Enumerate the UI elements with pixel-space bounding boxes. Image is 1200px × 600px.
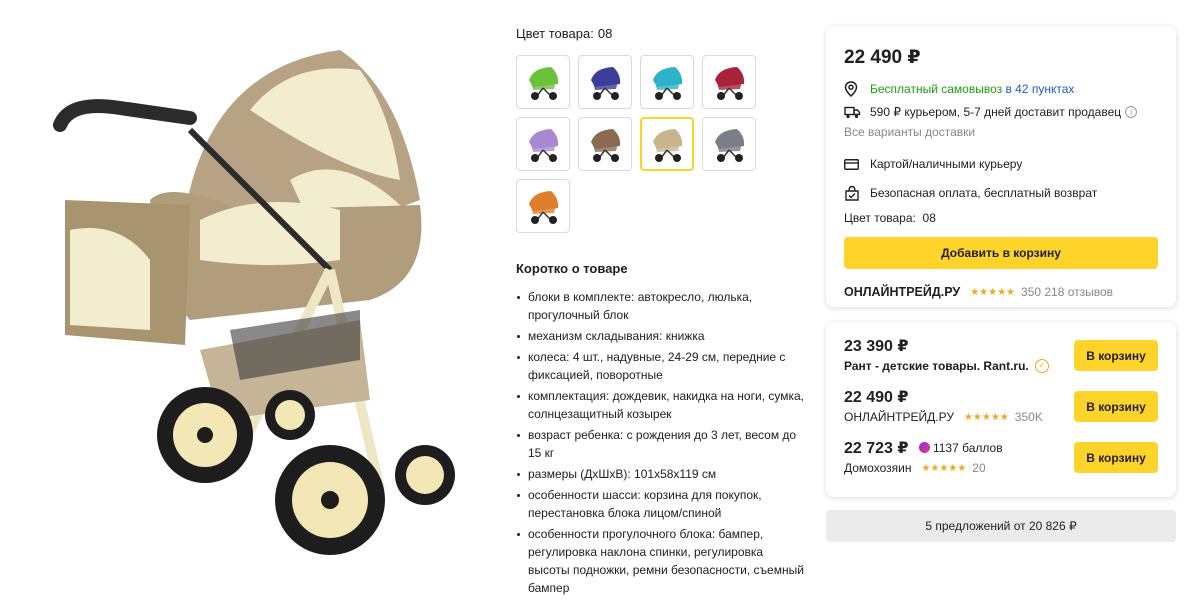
add-to-cart-button[interactable]: Добавить в корзину — [844, 237, 1158, 269]
stroller-thumbnail-icon — [529, 191, 559, 224]
stroller-thumbnail-icon — [529, 67, 559, 100]
feature-item: блоки в комплекте: автокресло, люлька, п… — [516, 288, 806, 324]
color-heading: Цвет товара: 08 — [516, 26, 806, 41]
stroller-thumbnail-icon — [715, 67, 745, 100]
color-swatch-orange[interactable] — [516, 179, 570, 233]
offer-row: 22 723 ₽ 1137 баллов Домохозяин ★★★★★ 20… — [844, 438, 1158, 489]
feature-item: возраст ребенка: с рождения до 3 лет, ве… — [516, 426, 806, 462]
color-label: Цвет товара: — [516, 26, 594, 41]
offer-add-to-cart-button[interactable]: В корзину — [1074, 340, 1158, 371]
bonus-badge: 1137 баллов — [918, 440, 1003, 455]
buy-card: 22 490 ₽ Бесплатный самовывоз в 42 пункт… — [826, 26, 1176, 307]
courier-text: 590 ₽ курьером, 5-7 дней доставит продав… — [870, 105, 1122, 119]
verified-seller-icon: ✓ — [1034, 359, 1049, 373]
offer-rating-stars: ★★★★★ — [963, 411, 1009, 423]
product-details: Цвет товара: 08 Коротко о товаре блоки в … — [516, 26, 806, 600]
offer-row: 23 390 ₽ Рант - детские товары. Rant.ru.… — [844, 336, 1158, 387]
payment-row: Картой/наличными курьеру — [844, 157, 1158, 171]
stroller-thumbnail-icon — [715, 129, 745, 162]
stroller-illustration — [53, 50, 455, 555]
pickup-row: Бесплатный самовывоз в 42 пунктах — [844, 81, 1158, 97]
info-icon[interactable]: i — [1125, 106, 1138, 118]
seller-rating-stars: ★★★★★ — [970, 286, 1016, 298]
stroller-thumbnail-icon — [591, 129, 621, 162]
color-swatch-brown[interactable] — [578, 117, 632, 171]
offer-seller-name[interactable]: Домохозяин — [844, 461, 911, 475]
stroller-thumbnail-icon — [591, 67, 621, 100]
about-title: Коротко о товаре — [516, 261, 628, 276]
card-color-label: Цвет товара: — [844, 211, 916, 225]
plus-points-icon — [918, 442, 930, 453]
color-value: 08 — [597, 26, 613, 41]
offer-rating-count: 20 — [972, 461, 986, 475]
feature-item: особенности прогулочного блока: бампер, … — [516, 525, 806, 597]
feature-item: размеры (ДхШхВ): 101x58x119 см — [516, 465, 806, 483]
offer-add-to-cart-button[interactable]: В корзину — [1074, 442, 1158, 473]
courier-row: 590 ₽ курьером, 5-7 дней доставит продав… — [844, 105, 1158, 119]
bonus-points: 1137 баллов — [932, 440, 1003, 455]
card-icon — [844, 158, 862, 170]
pickup-points-link[interactable]: в 42 пунктах — [1005, 82, 1074, 96]
feature-item: комплектация: дождевик, накидка на ноги,… — [516, 387, 806, 423]
other-offers-card: 23 390 ₽ Рант - детские товары. Rant.ru.… — [826, 322, 1176, 497]
feature-item: механизм складывания: книжка — [516, 327, 806, 345]
seller-name-link[interactable]: ОНЛАЙНТРЕЙД.РУ — [844, 285, 960, 299]
color-swatch-beige[interactable] — [640, 117, 694, 171]
seller-row: ОНЛАЙНТРЕЙД.РУ ★★★★★ 350 218 отзывов — [844, 285, 1158, 299]
offer-rating-count: 350K — [1014, 410, 1043, 424]
color-swatch-gray[interactable] — [702, 117, 756, 171]
stroller-thumbnail-icon — [529, 129, 559, 162]
color-swatch-navy[interactable] — [578, 55, 632, 109]
safe-return-icon — [844, 185, 862, 201]
color-swatch-turquoise[interactable] — [640, 55, 694, 109]
stroller-thumbnail-icon — [653, 67, 683, 100]
product-image[interactable] — [40, 30, 460, 560]
payment-text: Картой/наличными курьеру — [870, 157, 1023, 171]
safe-payment-text: Безопасная оплата, бесплатный возврат — [870, 186, 1098, 200]
stroller-thumbnail-icon — [653, 129, 683, 162]
offer-seller-name[interactable]: Рант - детские товары. Rant.ru. — [844, 359, 1029, 373]
offer-rating-stars: ★★★★★ — [921, 462, 967, 474]
feature-list: блоки в комплекте: автокресло, люлька, п… — [516, 288, 806, 597]
main-price: 22 490 ₽ — [844, 47, 921, 68]
pickup-text: Бесплатный самовывоз — [870, 82, 1003, 96]
feature-item: колеса: 4 шт., надувные, 24-29 см, перед… — [516, 348, 806, 384]
color-swatch-lilac[interactable] — [516, 117, 570, 171]
safe-payment-row: Безопасная оплата, бесплатный возврат — [844, 185, 1158, 201]
card-color-row: Цвет товара: 08 — [844, 211, 1158, 225]
offer-add-to-cart-button[interactable]: В корзину — [1074, 391, 1158, 422]
offer-seller-name[interactable]: ОНЛАЙНТРЕЙД.РУ — [844, 410, 954, 424]
color-swatch-green[interactable] — [516, 55, 570, 109]
offer-row: 22 490 ₽ ОНЛАЙНТРЕЙД.РУ ★★★★★ 350K В кор… — [844, 387, 1158, 438]
location-pin-icon — [844, 81, 862, 97]
seller-reviews-link[interactable]: 350 218 отзывов — [1021, 285, 1113, 299]
card-color-value: 08 — [922, 211, 936, 225]
color-swatch-dark-red[interactable] — [702, 55, 756, 109]
all-delivery-link[interactable]: Все варианты доставки — [844, 125, 1158, 139]
truck-icon — [844, 106, 862, 119]
feature-item: особенности шасси: корзина для покупок, … — [516, 486, 806, 522]
color-swatches — [516, 55, 806, 233]
all-offers-button[interactable]: 5 предложений от 20 826 ₽ — [826, 510, 1176, 542]
offer-price: 22 723 ₽ — [844, 440, 909, 457]
